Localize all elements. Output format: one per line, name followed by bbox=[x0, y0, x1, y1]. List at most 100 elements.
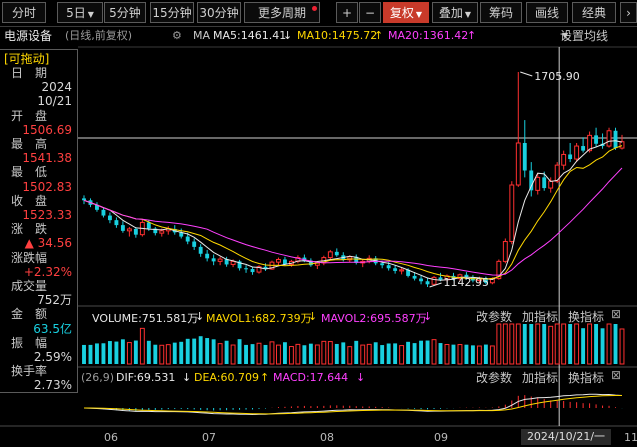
volume-bar bbox=[366, 343, 372, 365]
volume-bar bbox=[341, 342, 346, 364]
volume-bar bbox=[172, 342, 177, 364]
candle-body bbox=[146, 222, 151, 229]
volume-bar bbox=[120, 339, 125, 364]
candle-body bbox=[594, 135, 599, 144]
data-row: 开 盘 bbox=[0, 109, 76, 123]
volume-bar bbox=[179, 341, 184, 364]
candle-body bbox=[159, 230, 165, 234]
data-row: 涨 跌 bbox=[0, 222, 76, 236]
candle-body bbox=[431, 276, 437, 285]
data-panel[interactable]: [可拖动] 日 期 2024 10/21 开 盘 1506.69 最 高 1541.38 最 … bbox=[0, 49, 78, 393]
volume-bar bbox=[587, 323, 593, 365]
volume-bar bbox=[302, 345, 307, 364]
mavol1-value: MAVOL1:682.739万 bbox=[206, 312, 312, 325]
volume-bar bbox=[594, 324, 599, 364]
volume-bar bbox=[327, 341, 333, 365]
volume-bar bbox=[613, 324, 618, 364]
volume-bar bbox=[211, 339, 216, 364]
volume-bar bbox=[321, 340, 327, 365]
volume-bar bbox=[256, 342, 262, 365]
data-row: ▲ 34.56 bbox=[0, 236, 76, 250]
volume-bar bbox=[438, 343, 443, 364]
data-row: 752万 bbox=[0, 293, 76, 307]
volume-bar bbox=[217, 343, 223, 365]
data-row: 最 高 bbox=[0, 137, 76, 151]
volume-bar bbox=[529, 324, 534, 364]
candle-body bbox=[419, 278, 424, 282]
volume-bar bbox=[101, 343, 106, 364]
data-row-value: 752万 bbox=[37, 293, 72, 308]
candle-body bbox=[515, 142, 521, 186]
data-row: 1523.33 bbox=[0, 208, 76, 222]
volume-bar bbox=[425, 340, 430, 364]
volume-params-button[interactable]: 改参数 bbox=[476, 308, 512, 325]
data-row: 换手率 bbox=[0, 364, 76, 378]
close-icon[interactable]: ⊠ bbox=[611, 307, 621, 321]
data-row-label: 最 高 bbox=[11, 137, 48, 151]
volume-bar bbox=[192, 338, 197, 364]
drag-tag-label: [可拖动] bbox=[4, 52, 50, 66]
candle-body bbox=[542, 177, 547, 189]
data-row-label: 开 盘 bbox=[11, 108, 48, 123]
macd-add-indicator-button[interactable]: 加指标 bbox=[522, 369, 558, 386]
volume-bar bbox=[185, 338, 190, 364]
volume-bar bbox=[198, 336, 203, 364]
volume-bar bbox=[308, 343, 313, 364]
candle-body bbox=[522, 142, 527, 171]
macd-params-button[interactable]: 改参数 bbox=[476, 369, 512, 386]
arrow-down-icon: ↓ bbox=[423, 310, 433, 323]
candle-body bbox=[574, 145, 580, 160]
candle-body bbox=[198, 246, 203, 254]
candle-body bbox=[334, 251, 339, 256]
candle-body bbox=[412, 275, 417, 279]
volume-bar bbox=[457, 344, 463, 365]
candle-body bbox=[425, 281, 430, 285]
candle-body bbox=[509, 184, 515, 243]
volume-bar bbox=[561, 323, 567, 365]
macd-swap-indicator-button[interactable]: 换指标 bbox=[568, 369, 604, 386]
volume-bar bbox=[95, 343, 99, 364]
volume-bar bbox=[581, 328, 586, 364]
volume-bar bbox=[360, 344, 366, 365]
data-row: 1541.38 bbox=[0, 151, 76, 165]
data-row-label: 换手率 bbox=[11, 364, 48, 379]
volume-add-indicator-button[interactable]: 加指标 bbox=[522, 308, 558, 325]
data-row-value: 1502.83 bbox=[22, 179, 72, 194]
volume-bar bbox=[159, 344, 165, 365]
data-row: 成交量 bbox=[0, 279, 76, 293]
volume-bar bbox=[451, 344, 456, 364]
volume-bar bbox=[165, 344, 171, 365]
close-icon[interactable]: ⊠ bbox=[611, 368, 621, 382]
x-axis-label: 06 bbox=[104, 431, 118, 444]
volume-bar bbox=[354, 340, 359, 364]
data-row-label: 涨跌幅 bbox=[11, 250, 48, 265]
dif-value: DIF:69.531 bbox=[116, 371, 176, 384]
candle-body bbox=[619, 141, 625, 149]
volume-value: VOLUME:751.581万 bbox=[92, 312, 199, 325]
volume-swap-indicator-button[interactable]: 换指标 bbox=[568, 308, 604, 325]
volume-bar bbox=[146, 340, 151, 364]
volume-bar bbox=[393, 343, 398, 364]
volume-bar bbox=[412, 343, 417, 364]
candle-body bbox=[568, 154, 573, 160]
volume-bar bbox=[153, 344, 158, 364]
candle-body bbox=[211, 258, 216, 262]
volume-bar bbox=[133, 340, 138, 364]
dea-line bbox=[84, 395, 622, 415]
data-row-value: 1506.69 bbox=[22, 122, 72, 137]
data-row: 振 幅 bbox=[0, 336, 76, 350]
data-row-value: 1523.33 bbox=[22, 208, 72, 222]
data-row-value: 2.59% bbox=[33, 350, 72, 364]
arrow-down-icon: ↓ bbox=[308, 310, 318, 323]
drag-tag[interactable]: [可拖动] bbox=[0, 52, 76, 66]
volume-bar bbox=[502, 323, 508, 365]
candle-body bbox=[438, 277, 443, 280]
x-axis-label: 07 bbox=[202, 431, 216, 444]
data-row-label: 日 期 bbox=[11, 66, 48, 80]
x-axis-label: 11 bbox=[624, 431, 637, 444]
data-row-label: 振 幅 bbox=[11, 335, 48, 350]
volume-bar bbox=[619, 328, 625, 365]
candle-body bbox=[205, 253, 210, 259]
candle-body bbox=[114, 220, 119, 226]
candle-body bbox=[502, 241, 508, 262]
